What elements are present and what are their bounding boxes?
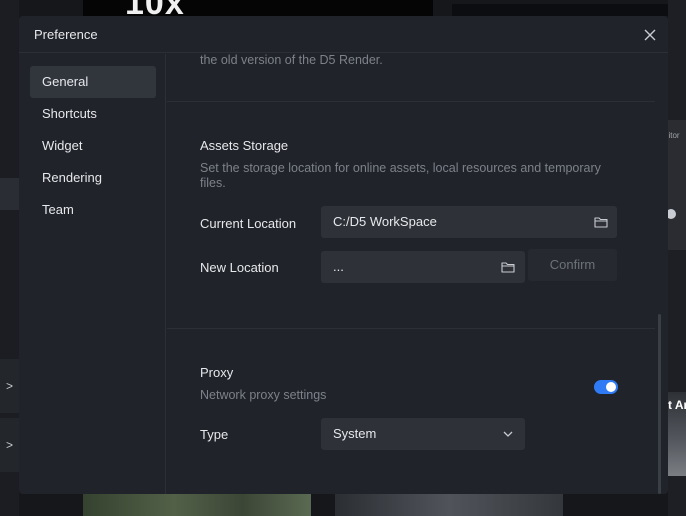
preference-sidebar: General Shortcuts Widget Rendering Team xyxy=(19,54,166,494)
proxy-title: Proxy xyxy=(200,365,234,380)
background-thumbnail-label: t Ar xyxy=(668,398,686,412)
proxy-description: Network proxy settings xyxy=(200,388,327,402)
proxy-type-value: System xyxy=(333,426,377,441)
new-location-label: New Location xyxy=(200,260,279,275)
new-location-value: ... xyxy=(333,259,344,274)
proxy-type-label: Type xyxy=(200,427,229,442)
section-divider xyxy=(167,328,655,329)
sidebar-item-team[interactable]: Team xyxy=(30,194,156,226)
toggle-knob xyxy=(606,382,616,392)
close-icon xyxy=(644,29,656,41)
background-top-right xyxy=(452,4,686,16)
proxy-toggle[interactable] xyxy=(594,380,618,394)
assets-storage-title: Assets Storage xyxy=(200,138,289,153)
folder-icon[interactable] xyxy=(501,261,515,273)
chevron-down-icon xyxy=(503,431,513,437)
sidebar-item-shortcuts[interactable]: Shortcuts xyxy=(30,98,156,130)
background-expand-arrow[interactable]: > xyxy=(0,418,19,472)
proxy-type-select[interactable]: System xyxy=(321,418,525,450)
dialog-header: Preference xyxy=(19,16,668,53)
preference-dialog: Preference General Shortcuts Widget Rend… xyxy=(19,16,668,494)
current-location-value: C:/D5 WorkSpace xyxy=(333,214,437,229)
general-settings-panel: the old version of the D5 Render. Assets… xyxy=(167,54,668,494)
dialog-title: Preference xyxy=(34,27,98,42)
folder-icon[interactable] xyxy=(594,216,608,228)
confirm-button[interactable]: Confirm xyxy=(528,249,617,281)
background-left-block xyxy=(0,178,19,210)
close-button[interactable] xyxy=(639,25,661,45)
version-note: the old version of the D5 Render. xyxy=(200,54,383,67)
sidebar-item-rendering[interactable]: Rendering xyxy=(30,162,156,194)
sidebar-item-widget[interactable]: Widget xyxy=(30,130,156,162)
background-expand-arrow[interactable]: > xyxy=(0,359,19,413)
current-location-label: Current Location xyxy=(200,216,297,231)
assets-storage-description: Set the storage location for online asse… xyxy=(200,161,601,175)
sidebar-item-general[interactable]: General xyxy=(30,66,156,98)
current-location-field[interactable]: C:/D5 WorkSpace xyxy=(321,206,617,238)
section-divider xyxy=(167,101,655,102)
assets-storage-description-cont: files. xyxy=(200,176,226,190)
settings-scrollbar[interactable] xyxy=(658,314,661,494)
new-location-field[interactable]: ... xyxy=(321,251,525,283)
